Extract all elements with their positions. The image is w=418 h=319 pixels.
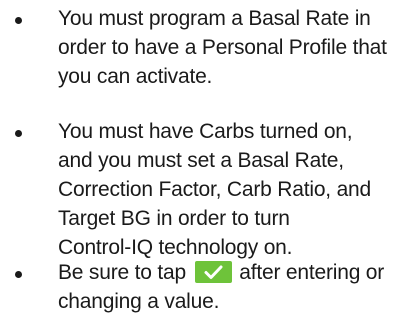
bullet-dot	[15, 17, 22, 24]
bullet-text: You must have Carbs turned on, and you m…	[58, 120, 372, 259]
bullet-text-before-icon: Be sure to tap	[58, 261, 192, 284]
bullet-text: Be sure to tap after entering or changin…	[58, 258, 414, 316]
bullet-text: You must program a Basal Rate in order t…	[58, 7, 387, 88]
checkmark-save-icon	[194, 261, 232, 283]
bullet-dot	[15, 130, 22, 137]
bullet-dot	[15, 271, 22, 278]
